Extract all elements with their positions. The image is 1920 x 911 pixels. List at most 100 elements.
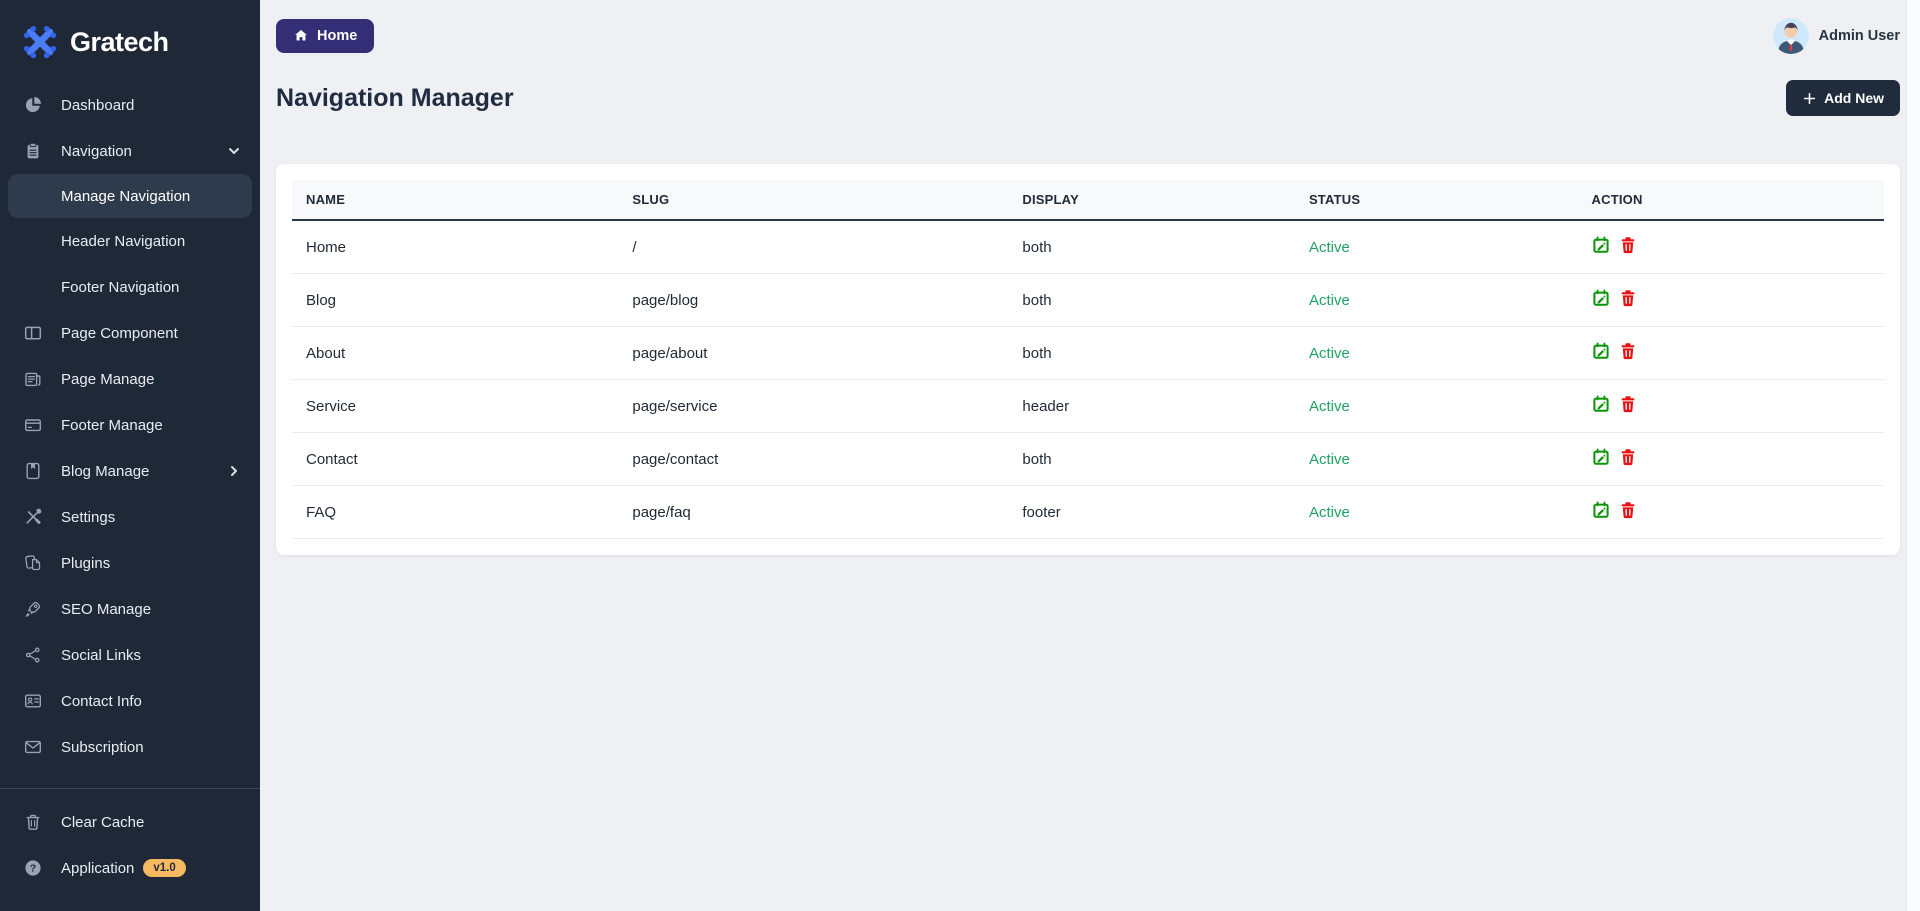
sidebar-item-footer-navigation[interactable]: Footer Navigation bbox=[0, 264, 260, 310]
status-badge: Active bbox=[1295, 220, 1578, 274]
table-row: About page/about both Active bbox=[292, 327, 1884, 380]
sidebar-item-social-links[interactable]: Social Links bbox=[0, 632, 260, 678]
sidebar-item-label: Settings bbox=[61, 509, 115, 526]
home-button[interactable]: Home bbox=[276, 19, 374, 53]
sidebar-item-clear-cache[interactable]: Clear Cache bbox=[0, 799, 260, 845]
plus-icon bbox=[1802, 91, 1817, 106]
table-row: Blog page/blog both Active bbox=[292, 274, 1884, 327]
chevron-down-icon bbox=[226, 143, 242, 159]
cell-display: header bbox=[1008, 380, 1295, 433]
sidebar-item-label: Dashboard bbox=[61, 97, 134, 114]
sidebar-item-settings[interactable]: Settings bbox=[0, 494, 260, 540]
brand-name: Gratech bbox=[70, 27, 169, 58]
status-badge: Active bbox=[1295, 274, 1578, 327]
cell-display: both bbox=[1008, 274, 1295, 327]
cell-slug: page/contact bbox=[618, 433, 1008, 486]
sidebar-item-dashboard[interactable]: Dashboard bbox=[0, 82, 260, 128]
edit-icon[interactable] bbox=[1592, 501, 1610, 519]
sidebar-item-label: Footer Navigation bbox=[61, 279, 179, 296]
sidebar-item-label: Page Manage bbox=[61, 371, 154, 388]
home-icon bbox=[293, 28, 309, 44]
column-header-status: STATUS bbox=[1295, 180, 1578, 220]
app-window: Gratech Dashboard Navigation Manage Navi… bbox=[0, 0, 1920, 911]
cell-slug: page/blog bbox=[618, 274, 1008, 327]
cell-slug: / bbox=[618, 220, 1008, 274]
sidebar: Gratech Dashboard Navigation Manage Navi… bbox=[0, 0, 260, 911]
sidebar-item-label: Page Component bbox=[61, 325, 178, 342]
delete-icon[interactable] bbox=[1619, 395, 1637, 413]
cell-display: both bbox=[1008, 220, 1295, 274]
edit-icon[interactable] bbox=[1592, 289, 1610, 307]
sidebar-item-plugins[interactable]: Plugins bbox=[0, 540, 260, 586]
cell-name: FAQ bbox=[292, 486, 618, 539]
delete-icon[interactable] bbox=[1619, 236, 1637, 254]
sidebar-item-label: SEO Manage bbox=[61, 601, 151, 618]
edit-icon[interactable] bbox=[1592, 342, 1610, 360]
delete-icon[interactable] bbox=[1619, 342, 1637, 360]
sidebar-item-label: Application bbox=[61, 860, 134, 877]
edit-icon[interactable] bbox=[1592, 236, 1610, 254]
plugins-icon bbox=[24, 554, 42, 572]
status-badge: Active bbox=[1295, 486, 1578, 539]
journal-icon bbox=[24, 462, 42, 480]
column-header-slug: SLUG bbox=[618, 180, 1008, 220]
delete-icon[interactable] bbox=[1619, 289, 1637, 307]
sidebar-item-blog-manage[interactable]: Blog Manage bbox=[0, 448, 260, 494]
status-badge: Active bbox=[1295, 327, 1578, 380]
page-title: Navigation Manager bbox=[276, 84, 514, 113]
sidebar-divider bbox=[0, 788, 260, 789]
navigation-table: NAME SLUG DISPLAY STATUS ACTION Home / b… bbox=[292, 180, 1884, 539]
delete-icon[interactable] bbox=[1619, 501, 1637, 519]
sidebar-item-label: Manage Navigation bbox=[61, 188, 190, 205]
main-content: Home Admin User Navigation Manager Add N… bbox=[260, 0, 1920, 911]
topbar: Home Admin User bbox=[276, 18, 1900, 54]
sidebar-item-label: Social Links bbox=[61, 647, 141, 664]
user-menu[interactable]: Admin User bbox=[1773, 18, 1900, 54]
brand-logo[interactable]: Gratech bbox=[0, 0, 260, 82]
tools-icon bbox=[24, 508, 42, 526]
sidebar-item-label: Navigation bbox=[61, 143, 132, 160]
sidebar-item-header-navigation[interactable]: Header Navigation bbox=[0, 218, 260, 264]
sidebar-item-footer-manage[interactable]: Footer Manage bbox=[0, 402, 260, 448]
cell-name: Home bbox=[292, 220, 618, 274]
sidebar-item-subscription[interactable]: Subscription bbox=[0, 724, 260, 770]
contact-card-icon bbox=[24, 692, 42, 710]
trash-icon bbox=[24, 813, 42, 831]
add-new-label: Add New bbox=[1824, 90, 1884, 106]
cell-name: About bbox=[292, 327, 618, 380]
add-new-button[interactable]: Add New bbox=[1786, 80, 1900, 116]
version-badge: v1.0 bbox=[143, 859, 185, 877]
card-icon bbox=[24, 416, 42, 434]
table-header-row: NAME SLUG DISPLAY STATUS ACTION bbox=[292, 180, 1884, 220]
home-button-label: Home bbox=[317, 28, 357, 44]
column-header-name: NAME bbox=[292, 180, 618, 220]
rocket-icon bbox=[24, 600, 42, 618]
cell-display: both bbox=[1008, 433, 1295, 486]
sidebar-item-label: Clear Cache bbox=[61, 814, 144, 831]
sidebar-item-contact-info[interactable]: Contact Info bbox=[0, 678, 260, 724]
user-name: Admin User bbox=[1819, 28, 1900, 44]
newspaper-icon bbox=[24, 370, 42, 388]
edit-icon[interactable] bbox=[1592, 448, 1610, 466]
cell-slug: page/service bbox=[618, 380, 1008, 433]
layout-icon bbox=[24, 324, 42, 342]
sidebar-item-navigation[interactable]: Navigation bbox=[0, 128, 260, 174]
share-icon bbox=[24, 646, 42, 664]
sidebar-item-label: Blog Manage bbox=[61, 463, 149, 480]
help-icon bbox=[24, 859, 42, 877]
delete-icon[interactable] bbox=[1619, 448, 1637, 466]
table-row: FAQ page/faq footer Active bbox=[292, 486, 1884, 539]
cell-name: Service bbox=[292, 380, 618, 433]
sidebar-item-application[interactable]: Application v1.0 bbox=[0, 845, 260, 891]
brand-logo-icon bbox=[20, 22, 60, 62]
scrollbar[interactable] bbox=[1906, 0, 1920, 911]
sidebar-item-label: Plugins bbox=[61, 555, 110, 572]
cell-slug: page/faq bbox=[618, 486, 1008, 539]
sidebar-item-manage-navigation[interactable]: Manage Navigation bbox=[8, 174, 252, 218]
edit-icon[interactable] bbox=[1592, 395, 1610, 413]
chevron-right-icon bbox=[226, 463, 242, 479]
sidebar-item-page-component[interactable]: Page Component bbox=[0, 310, 260, 356]
sidebar-item-seo-manage[interactable]: SEO Manage bbox=[0, 586, 260, 632]
sidebar-item-page-manage[interactable]: Page Manage bbox=[0, 356, 260, 402]
cell-display: footer bbox=[1008, 486, 1295, 539]
